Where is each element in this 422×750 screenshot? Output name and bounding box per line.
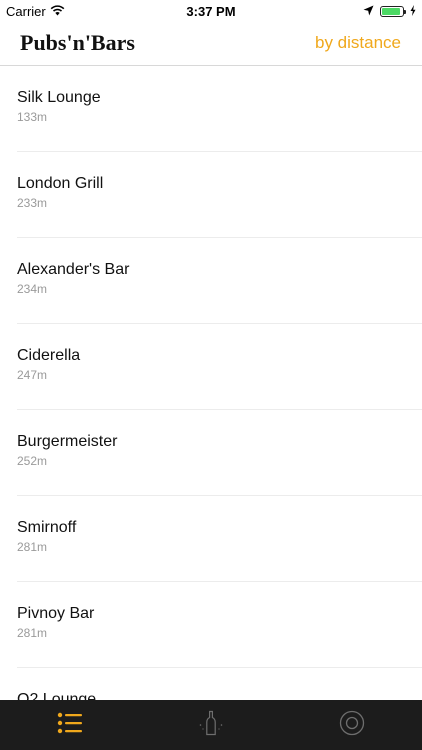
list-item[interactable]: Burgermeister 252m [0,410,422,496]
list-item[interactable]: Alexander's Bar 234m [0,238,422,324]
charging-bolt-icon [410,4,416,19]
venue-distance: 281m [17,626,48,640]
tab-bar [0,700,422,750]
list-icon [57,712,83,739]
venue-distance: 233m [17,196,48,210]
tab-list[interactable] [0,700,141,750]
venue-name: Pivnoy Bar [17,605,95,622]
list-item[interactable]: O2 Lounge [0,668,422,700]
venue-name: Ciderella [17,347,81,364]
venue-name: Silk Lounge [17,89,101,106]
status-time: 3:37 PM [186,4,236,19]
list-item[interactable]: Ciderella 247m [0,324,422,410]
location-arrow-icon [363,4,374,19]
venue-distance: 281m [17,540,48,554]
venue-distance: 234m [17,282,48,296]
list-item[interactable]: London Grill 233m [0,152,422,238]
tab-bottle[interactable] [141,700,282,750]
venue-name: London Grill [17,175,104,192]
venue-name: Smirnoff [17,519,77,536]
venue-distance: 252m [17,454,48,468]
venue-name: Alexander's Bar [17,261,130,278]
list-item[interactable]: Pivnoy Bar 281m [0,582,422,668]
list-item[interactable]: Smirnoff 281m [0,496,422,582]
status-bar: Carrier 3:37 PM [0,0,422,22]
app-title: Pubs'n'Bars [20,30,135,55]
bottle-icon [197,709,225,742]
status-right [363,4,416,19]
venue-name: Burgermeister [17,433,118,450]
battery-icon [380,6,406,17]
venue-name: O2 Lounge [17,691,97,700]
battery-level [382,8,400,15]
venue-distance: 247m [17,368,48,382]
target-icon [339,710,365,741]
list-item[interactable]: Silk Lounge 133m [0,66,422,152]
tab-nearby[interactable] [281,700,422,750]
venue-list[interactable]: Silk Lounge 133m London Grill 233m Alexa… [0,66,422,700]
sort-button[interactable]: by distance [315,33,401,53]
navigation-bar: Pubs'n'Bars by distance [0,22,422,66]
venue-distance: 133m [17,110,48,124]
